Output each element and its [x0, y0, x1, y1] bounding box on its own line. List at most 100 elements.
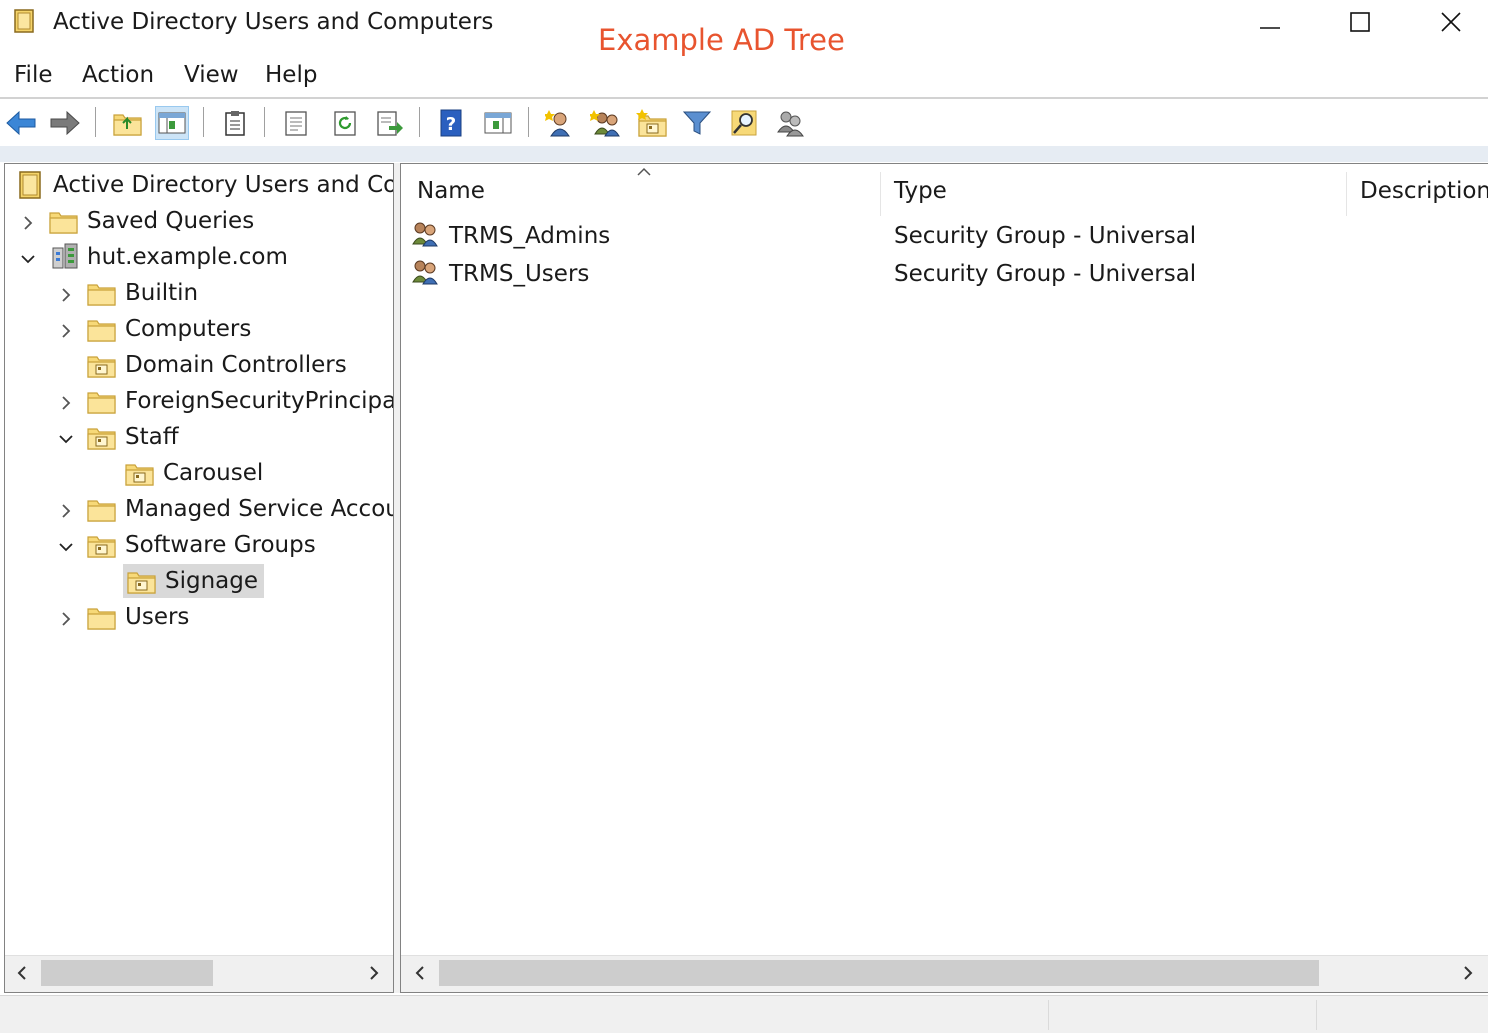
chevron-right-icon[interactable] — [19, 214, 37, 232]
scroll-thumb[interactable] — [41, 960, 213, 986]
chevron-right-icon[interactable] — [57, 502, 75, 520]
help-icon: ? — [440, 109, 462, 137]
ou-folder-icon — [127, 572, 156, 594]
scroll-left-arrow[interactable] — [409, 962, 431, 984]
export-list-icon — [377, 111, 403, 136]
back-arrow-icon — [6, 110, 36, 136]
menu-action[interactable]: Action — [82, 60, 154, 90]
window-title: Active Directory Users and Computers — [53, 9, 494, 35]
console-tree-pane: Active Directory Users and Com Saved Que… — [4, 163, 394, 993]
tree-item-label: Builtin — [125, 280, 199, 306]
folder-icon — [87, 284, 116, 306]
filter-button[interactable] — [680, 106, 714, 140]
chevron-right-icon[interactable] — [57, 286, 75, 304]
tree-item-label: Staff — [125, 424, 179, 450]
show-console-tree-icon — [158, 112, 186, 134]
tree-item-label: Domain Controllers — [125, 352, 347, 378]
row-name: TRMS_Admins — [449, 223, 611, 249]
security-group-icon — [412, 260, 438, 285]
menu-bar: File Action View Help — [0, 56, 1488, 94]
forward-button[interactable] — [48, 106, 82, 140]
tree-item-managed-service-accounts[interactable]: Managed Service Accour — [87, 492, 394, 526]
maximize-button[interactable] — [1337, 4, 1383, 40]
row-type: Security Group - Universal — [894, 261, 1197, 287]
chevron-left-icon — [415, 966, 424, 980]
tree-item-builtin[interactable]: Builtin — [87, 276, 204, 310]
column-header-description[interactable]: Description — [1360, 176, 1488, 206]
folder-icon — [87, 500, 116, 522]
export-list-button[interactable] — [373, 106, 407, 140]
ou-folder-icon — [125, 464, 154, 486]
ad-app-icon — [14, 9, 34, 33]
clipboard-button[interactable] — [218, 106, 252, 140]
tree-item-domain[interactable]: hut.example.com — [49, 240, 294, 274]
tree-item-label: Computers — [125, 316, 252, 342]
chevron-right-icon[interactable] — [57, 610, 75, 628]
chevron-down-icon[interactable] — [57, 538, 75, 556]
maximize-icon — [1350, 12, 1370, 32]
close-icon — [1441, 12, 1461, 32]
menu-help[interactable]: Help — [265, 60, 317, 90]
tree-item-users[interactable]: Users — [87, 600, 195, 634]
refresh-button[interactable] — [328, 106, 362, 140]
minimize-button[interactable] — [1247, 4, 1293, 40]
ad-root-icon — [19, 171, 41, 199]
scroll-left-arrow[interactable] — [11, 962, 33, 984]
sort-ascending-icon — [637, 167, 651, 176]
row-type: Security Group - Universal — [894, 223, 1197, 249]
title-bar: Active Directory Users and Computers Exa… — [0, 0, 1488, 57]
add-to-group-button[interactable] — [773, 106, 807, 140]
tree-item-foreign-security-principals[interactable]: ForeignSecurityPrincipals — [87, 384, 393, 418]
tree-item-domain-controllers[interactable]: Domain Controllers — [87, 348, 353, 382]
tree-horizontal-scrollbar[interactable] — [5, 955, 393, 992]
tree-item-software-groups[interactable]: Software Groups — [87, 528, 322, 562]
chevron-down-icon[interactable] — [19, 250, 37, 268]
folder-icon — [49, 212, 78, 234]
table-row[interactable]: TRMS_Users Security Group - Universal — [409, 256, 1479, 292]
menu-view[interactable]: View — [184, 60, 239, 90]
minimize-icon — [1260, 27, 1280, 29]
tree-item-carousel[interactable]: Carousel — [125, 456, 269, 490]
tree-item-computers[interactable]: Computers — [87, 312, 257, 346]
toolbar: ? — [0, 97, 1488, 147]
menu-file[interactable]: File — [14, 60, 53, 90]
scroll-right-arrow[interactable] — [1457, 962, 1479, 984]
new-ou-button[interactable] — [635, 106, 669, 140]
chevron-down-icon[interactable] — [57, 430, 75, 448]
back-button[interactable] — [4, 106, 38, 140]
tree-item-staff[interactable]: Staff — [87, 420, 185, 454]
tree-root-label: Active Directory Users and Com — [53, 172, 394, 198]
up-folder-icon — [113, 114, 142, 136]
show-action-pane-icon — [484, 112, 512, 134]
close-button[interactable] — [1428, 4, 1474, 40]
column-header-type[interactable]: Type — [894, 176, 947, 206]
tree-root[interactable]: Active Directory Users and Com — [17, 168, 394, 202]
new-user-button[interactable] — [543, 106, 577, 140]
new-group-button[interactable] — [589, 106, 623, 140]
domain-icon — [52, 243, 78, 269]
chevron-right-icon — [1464, 966, 1473, 980]
show-hide-console-tree-button[interactable] — [155, 106, 189, 140]
refresh-icon — [334, 111, 356, 136]
up-one-level-button[interactable] — [110, 106, 144, 140]
toolbar-separator-strip — [0, 146, 1488, 162]
find-button[interactable] — [727, 106, 761, 140]
scroll-right-arrow[interactable] — [363, 962, 385, 984]
help-button[interactable]: ? — [434, 106, 468, 140]
details-horizontal-scrollbar[interactable] — [401, 955, 1488, 992]
annotation-label: Example AD Tree — [598, 23, 845, 57]
security-group-icon — [412, 222, 438, 247]
chevron-right-icon[interactable] — [57, 322, 75, 340]
table-row[interactable]: TRMS_Admins Security Group - Universal — [409, 218, 1479, 254]
scroll-thumb[interactable] — [439, 960, 1319, 986]
show-action-pane-button[interactable] — [481, 106, 515, 140]
chevron-left-icon — [17, 966, 26, 980]
column-header-name[interactable]: Name — [417, 176, 485, 206]
chevron-right-icon[interactable] — [57, 394, 75, 412]
tree-item-signage[interactable]: Signage — [123, 564, 265, 598]
add-to-group-icon — [777, 111, 804, 137]
properties-button[interactable] — [279, 106, 313, 140]
tree-item-label: Users — [125, 604, 190, 630]
tree-item-saved-queries[interactable]: Saved Queries — [49, 204, 260, 238]
tree-item-label: Managed Service Accour — [125, 496, 394, 522]
